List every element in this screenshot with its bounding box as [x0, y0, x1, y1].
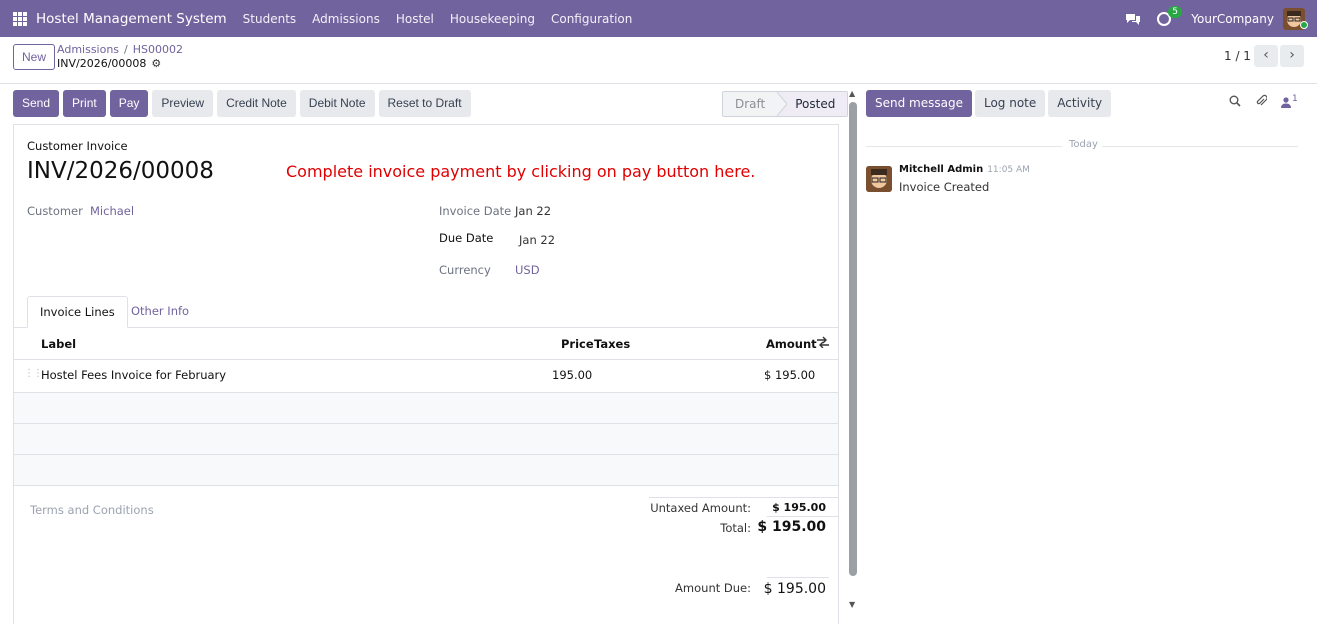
chatter-tools: 1 — [1229, 94, 1298, 110]
gear-icon[interactable]: ⚙ — [151, 57, 161, 70]
empty-row — [14, 455, 838, 486]
activity-button[interactable]: Activity — [1048, 90, 1112, 117]
print-button[interactable]: Print — [63, 90, 106, 117]
apps-menu-icon[interactable] — [13, 11, 27, 26]
top-navbar: Hostel Management System Students Admiss… — [0, 0, 1317, 37]
date-separator-label: Today — [1069, 139, 1098, 150]
notebook-tabs: Invoice Lines Other Info — [14, 296, 838, 328]
activity-clock-icon[interactable]: 5 — [1157, 5, 1183, 26]
send-message-button[interactable]: Send message — [866, 90, 972, 117]
debit-note-button[interactable]: Debit Note — [299, 90, 375, 117]
pager-previous-button[interactable]: ‹ — [1254, 45, 1278, 67]
pay-hint-text: Complete invoice payment by clicking on … — [286, 162, 756, 181]
log-note-button[interactable]: Log note — [974, 90, 1046, 117]
step-arrow-icon — [777, 92, 788, 116]
pager-next-button[interactable]: › — [1280, 45, 1304, 67]
messages-icon[interactable] — [1125, 12, 1141, 26]
currency-label: Currency — [439, 263, 491, 277]
breadcrumb: Admissions / HS00002 — [57, 43, 184, 56]
chatter-panel: Send message Log note Activity 1 Today M… — [859, 84, 1317, 614]
tab-other-info[interactable]: Other Info — [119, 296, 201, 328]
message-time: 11:05 AM — [987, 165, 1030, 175]
reset-to-draft-button[interactable]: Reset to Draft — [378, 90, 471, 117]
form-scrollbar[interactable]: ▲ ▼ — [847, 84, 859, 614]
header-label[interactable]: Label — [41, 337, 76, 351]
invoice-lines-table: Label Price Taxes Amount ⋮⋮ Hostel Fees … — [14, 328, 838, 486]
record-name-text: INV/2026/00008 — [57, 57, 147, 70]
document-type: Customer Invoice — [27, 139, 128, 153]
send-button[interactable]: Send — [13, 90, 60, 117]
menu-hostel[interactable]: Hostel — [396, 12, 434, 26]
invoice-date-field[interactable]: Jan 22 — [515, 204, 551, 218]
followers-icon[interactable]: 1 — [1281, 93, 1298, 108]
amount-due-value: $ 195.00 — [763, 581, 826, 597]
invoice-date-label: Invoice Date — [439, 204, 512, 218]
menu-students[interactable]: Students — [243, 12, 297, 26]
status-step-posted[interactable]: Posted — [787, 92, 848, 116]
pay-button[interactable]: Pay — [109, 90, 149, 117]
header-price[interactable]: Price — [561, 337, 594, 351]
online-status-dot — [1300, 21, 1308, 29]
scroll-thumb[interactable] — [849, 102, 857, 576]
control-panel: New Admissions / HS00002 INV/2026/00008 ⚙ … — [0, 37, 1317, 84]
line-label[interactable]: Hostel Fees Invoice for February — [41, 368, 226, 382]
untaxed-value: $ 195.00 — [772, 501, 826, 514]
breadcrumb-hs00002[interactable]: HS00002 — [133, 43, 183, 56]
activity-count-badge: 5 — [1168, 5, 1183, 18]
scroll-up-icon[interactable]: ▲ — [849, 89, 855, 98]
menu-housekeeping[interactable]: Housekeeping — [450, 12, 535, 26]
amount-due-label: Amount Due: — [675, 581, 751, 595]
header-amount[interactable]: Amount — [766, 337, 817, 351]
menu-configuration[interactable]: Configuration — [551, 12, 632, 26]
credit-note-button[interactable]: Credit Note — [217, 90, 296, 117]
line-amount: $ 195.00 — [764, 368, 816, 382]
status-step-draft[interactable]: Draft — [723, 92, 778, 116]
customer-field[interactable]: Michael — [90, 204, 134, 218]
customer-label: Customer — [27, 204, 83, 218]
pager-value[interactable]: 1 / 1 — [1224, 49, 1251, 63]
statusbar-buttons: Send Print Pay Preview Credit Note Debit… — [13, 90, 475, 117]
line-price[interactable]: 195.00 — [552, 368, 592, 382]
invoice-number: INV/2026/00008 — [27, 158, 214, 184]
status-steps: Draft Posted — [722, 91, 849, 117]
company-switcher[interactable]: YourCompany — [1191, 12, 1274, 26]
table-row[interactable]: ⋮⋮ Hostel Fees Invoice for February 195.… — [14, 360, 838, 393]
drag-handle-icon[interactable]: ⋮⋮ — [24, 368, 43, 379]
optional-columns-icon[interactable] — [817, 336, 829, 351]
tab-invoice-lines[interactable]: Invoice Lines — [27, 296, 128, 328]
search-icon[interactable] — [1229, 95, 1241, 110]
date-separator: Today — [866, 139, 1298, 153]
breadcrumb-admissions[interactable]: Admissions — [57, 43, 119, 56]
form-view: Send Print Pay Preview Credit Note Debit… — [0, 84, 849, 624]
terms-and-conditions-field[interactable]: Terms and Conditions — [30, 503, 154, 517]
message-author: Mitchell Admin 11:05 AM — [899, 164, 1030, 175]
followers-count: 1 — [1292, 93, 1298, 104]
table-header: Label Price Taxes Amount — [14, 328, 838, 360]
scroll-down-icon[interactable]: ▼ — [849, 600, 855, 609]
record-name: INV/2026/00008 ⚙ — [57, 57, 161, 70]
menu-admissions[interactable]: Admissions — [312, 12, 380, 26]
total-label: Total: — [720, 521, 751, 535]
new-button[interactable]: New — [13, 44, 56, 70]
paperclip-icon[interactable] — [1255, 94, 1268, 110]
due-date-label: Due Date — [439, 231, 494, 245]
chatter-buttons: Send message Log note Activity — [866, 90, 1114, 117]
preview-button[interactable]: Preview — [152, 90, 214, 117]
currency-field[interactable]: USD — [515, 263, 540, 277]
message-body: Invoice Created — [899, 180, 990, 194]
due-date-field[interactable]: Jan 22 — [519, 233, 555, 247]
total-value: $ 195.00 — [757, 519, 826, 535]
invoice-sheet: Customer Invoice INV/2026/00008 Complete… — [13, 124, 839, 624]
header-taxes[interactable]: Taxes — [594, 337, 630, 351]
empty-row — [14, 424, 838, 455]
message-author-name[interactable]: Mitchell Admin — [899, 164, 983, 175]
message-author-avatar[interactable] — [866, 166, 892, 192]
empty-row — [14, 393, 838, 424]
app-title[interactable]: Hostel Management System — [36, 11, 227, 27]
untaxed-label: Untaxed Amount: — [650, 501, 751, 515]
